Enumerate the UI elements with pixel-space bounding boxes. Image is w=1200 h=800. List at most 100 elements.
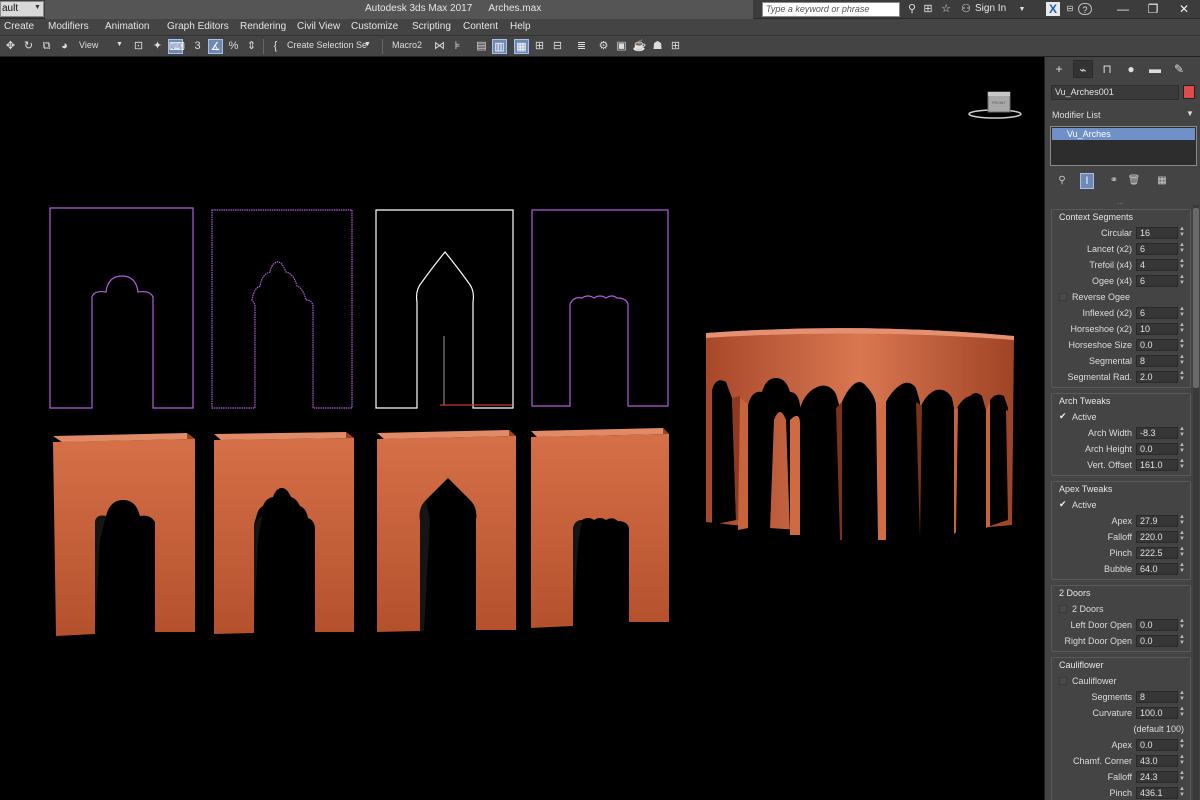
arch-mesh-3[interactable]	[377, 430, 516, 632]
display-tab-icon[interactable]: ▬	[1145, 60, 1165, 78]
edit-named-selection-icon[interactable]: {	[268, 39, 283, 54]
spinner-arrows-icon[interactable]: ▲ ▼	[1179, 634, 1185, 646]
maximize-button[interactable]: ❐	[1138, 0, 1168, 19]
mirror-icon[interactable]: ⋈	[432, 39, 447, 54]
exchange-icon[interactable]: X	[1046, 2, 1060, 16]
spinner-arrows-icon[interactable]: ▲ ▼	[1179, 530, 1185, 542]
layer-explorer-icon[interactable]: ▤	[474, 39, 489, 54]
spinner-arrows-icon[interactable]: ▲ ▼	[1179, 354, 1185, 366]
rotate-icon[interactable]: ↻	[21, 39, 36, 54]
viewcube[interactable]: FRONT	[968, 91, 1022, 119]
spinner-arrows-icon[interactable]: ▲ ▼	[1179, 242, 1185, 254]
menu-help[interactable]: Help	[510, 21, 531, 32]
named-selection-dropdown[interactable]: Create Selection Se	[287, 40, 367, 50]
cart-icon[interactable]: ⊟	[1064, 3, 1076, 15]
spinner-arrows-icon[interactable]: ▲ ▼	[1179, 770, 1185, 782]
spinner-snap-icon[interactable]: ⇕	[244, 39, 259, 54]
pin-stack-icon[interactable]: ⚲	[1055, 173, 1069, 189]
curve-editor-icon[interactable]: ⊞	[532, 39, 547, 54]
parameter-spinner[interactable]: 222.5	[1136, 547, 1178, 559]
select-manipulate-icon[interactable]: ✦	[150, 39, 165, 54]
scene-explorer-icon[interactable]: ▥	[492, 39, 507, 54]
scrollbar-thumb[interactable]	[1193, 208, 1199, 388]
object-color-swatch[interactable]	[1183, 85, 1195, 99]
menu-scripting[interactable]: Scripting	[412, 21, 451, 32]
render-icon[interactable]: ☕	[632, 39, 647, 54]
motion-tab-icon[interactable]: ●	[1121, 60, 1141, 78]
viewport-perspective[interactable]: FRONT	[0, 57, 1044, 800]
menu-create[interactable]: Create	[4, 21, 34, 32]
angle-snap-icon[interactable]: ∡	[208, 39, 223, 54]
parameter-spinner[interactable]: 0.0	[1136, 443, 1178, 455]
checkbox[interactable]: ✔	[1059, 412, 1068, 421]
spinner-arrows-icon[interactable]: ▲ ▼	[1179, 706, 1185, 718]
parameter-spinner[interactable]: 0.0	[1136, 739, 1178, 751]
parameter-spinner[interactable]: 220.0	[1136, 531, 1178, 543]
schematic-view-icon[interactable]: ⊟	[550, 39, 565, 54]
keyboard-shortcut-icon[interactable]: ⌨	[168, 39, 185, 54]
make-unique-icon[interactable]: ⚭	[1107, 173, 1121, 189]
minimize-button[interactable]: —	[1108, 0, 1138, 19]
star-icon[interactable]: ☆	[940, 3, 952, 15]
arch-spline-4[interactable]	[531, 209, 669, 407]
arch-spline-2[interactable]	[211, 209, 353, 409]
parameter-spinner[interactable]: 6	[1136, 243, 1178, 255]
parameter-spinner[interactable]: 24.3	[1136, 771, 1178, 783]
arch-mesh-2[interactable]	[214, 432, 354, 634]
utilities-tab-icon[interactable]: ✎	[1169, 60, 1189, 78]
checkbox[interactable]: ✔	[1059, 500, 1068, 509]
menu-civil-view[interactable]: Civil View	[297, 21, 340, 32]
modifier-stack-item[interactable]: Vu_Arches	[1052, 128, 1195, 140]
menu-animation[interactable]: Animation	[105, 21, 149, 32]
sign-in-link[interactable]: Sign In	[975, 3, 1006, 14]
menu-content[interactable]: Content	[463, 21, 498, 32]
parameter-spinner[interactable]: 0.0	[1136, 619, 1178, 631]
rollout-title[interactable]: 2 Doors	[1052, 586, 1190, 601]
macro-button[interactable]: Macro2	[392, 40, 422, 50]
help-icon[interactable]: ?	[1078, 3, 1092, 15]
spinner-arrows-icon[interactable]: ▲ ▼	[1179, 370, 1185, 382]
percent-snap-icon[interactable]: %	[226, 39, 241, 54]
move-icon[interactable]: ✥	[3, 39, 18, 54]
arch-mesh-1[interactable]	[53, 433, 195, 636]
parameter-spinner[interactable]: 27.9	[1136, 515, 1178, 527]
spinner-arrows-icon[interactable]: ▲ ▼	[1179, 322, 1185, 334]
spinner-arrows-icon[interactable]: ▲ ▼	[1179, 458, 1185, 470]
modifier-stack[interactable]: Vu_Arches	[1050, 126, 1197, 166]
parameter-spinner[interactable]: 16	[1136, 227, 1178, 239]
menu-customize[interactable]: Customize	[351, 21, 398, 32]
hierarchy-tab-icon[interactable]: ⊓	[1097, 60, 1117, 78]
pivot-icon[interactable]: ⊡	[131, 39, 146, 54]
rollout-title[interactable]: Cauliflower	[1052, 658, 1190, 673]
spinner-arrows-icon[interactable]: ▲ ▼	[1179, 226, 1185, 238]
parameter-spinner[interactable]: 2.0	[1136, 371, 1178, 383]
material-editor-icon[interactable]: ≣	[574, 39, 589, 54]
rollout-title[interactable]: Arch Tweaks	[1052, 394, 1190, 409]
rollout-title[interactable]: Context Segments	[1052, 210, 1190, 225]
snap-3d-icon[interactable]: 3	[190, 39, 205, 54]
spinner-arrows-icon[interactable]: ▲ ▼	[1179, 786, 1185, 798]
parameter-spinner[interactable]: 436.1	[1136, 787, 1178, 799]
render-iterative-icon[interactable]: ☗	[650, 39, 665, 54]
rollout-title[interactable]: Apex Tweaks	[1052, 482, 1190, 497]
scale-icon[interactable]: ⧉	[39, 39, 54, 54]
parameter-spinner[interactable]: 8	[1136, 355, 1178, 367]
render-cloud-icon[interactable]: ⊞	[668, 39, 683, 54]
parameter-spinner[interactable]: 161.0	[1136, 459, 1178, 471]
parameter-spinner[interactable]: 10	[1136, 323, 1178, 335]
place-icon[interactable]: ◕	[57, 39, 72, 54]
parameter-spinner[interactable]: 6	[1136, 307, 1178, 319]
parameter-spinner[interactable]: -8.3	[1136, 427, 1178, 439]
spinner-arrows-icon[interactable]: ▲ ▼	[1179, 514, 1185, 526]
parameter-spinner[interactable]: 6	[1136, 275, 1178, 287]
ribbon-icon[interactable]: ▦	[514, 39, 529, 54]
checkbox[interactable]	[1059, 293, 1067, 301]
create-tab-icon[interactable]: +	[1049, 60, 1069, 78]
spinner-arrows-icon[interactable]: ▲ ▼	[1179, 306, 1185, 318]
reference-coordinate-dropdown[interactable]: View	[79, 40, 98, 50]
spinner-arrows-icon[interactable]: ▲ ▼	[1179, 426, 1185, 438]
configure-modifier-sets-icon[interactable]: ▦	[1155, 173, 1169, 189]
render-setup-icon[interactable]: ⚙	[596, 39, 611, 54]
object-name-field[interactable]: Vu_Arches001	[1051, 85, 1179, 100]
panel-scrollbar[interactable]	[1193, 205, 1199, 800]
